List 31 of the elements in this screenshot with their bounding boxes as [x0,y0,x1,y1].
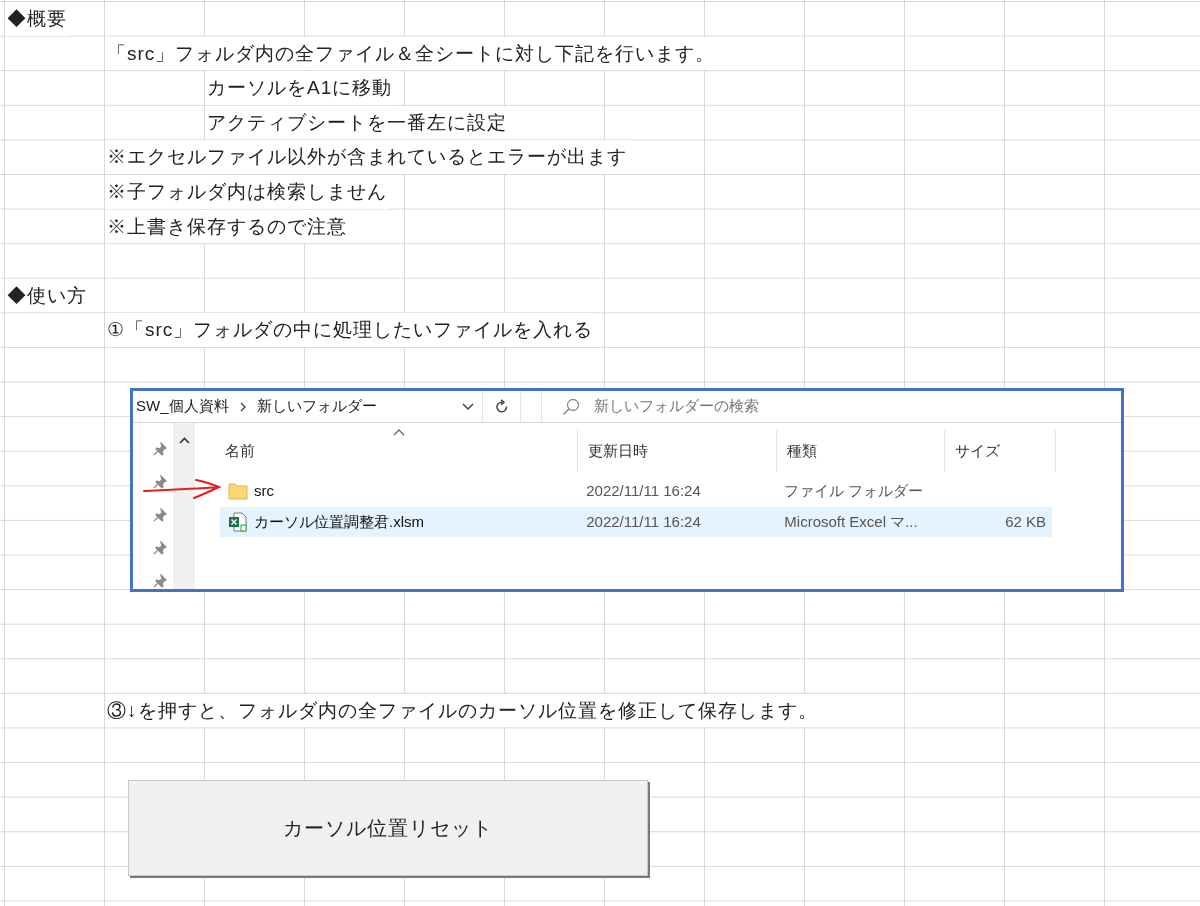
column-header[interactable]: 名前 [220,430,578,472]
chevron-right-icon [238,401,247,412]
file-name: src [254,480,274,501]
address-bar[interactable]: SW_個人資料 新しいフォルダー [133,391,483,422]
scroll-up-icon[interactable] [178,437,190,444]
scrollbar[interactable] [173,423,195,589]
chevron-down-icon [462,402,474,411]
file-date: 2022/11/11 16:24 [586,481,701,499]
refresh-icon [494,398,509,415]
file-type: Microsoft Excel マ... [784,512,918,530]
search-icon [562,397,580,416]
breadcrumb-item[interactable]: 新しいフォルダー [256,395,377,418]
folder-icon [228,482,248,500]
file-size: 62 KB [1005,512,1046,530]
column-header[interactable]: サイズ [945,430,1056,472]
breadcrumb-item[interactable]: SW_個人資料 [136,395,229,418]
cell-text: ①「src」フォルダの中に処理したいファイルを入れる [105,313,596,347]
cell-text: ※エクセルファイル以外が含まれているとエラーが出ます [105,140,629,174]
column-header[interactable]: 種類 [777,430,945,472]
file-name: カーソル位置調整君.xlsm [254,511,424,532]
file-date: 2022/11/11 16:24 [586,512,701,530]
spreadsheet-file-icon [228,512,248,532]
pin-icon[interactable] [153,574,167,589]
column-header[interactable]: 更新日時 [578,430,777,472]
reset-button[interactable]: カーソル位置リセット [128,780,648,876]
file-row[interactable]: カーソル位置調整君.xlsm 2022/11/11 16:24 Microsoft Excel マ... 62 KB [220,507,1052,537]
sort-caret-icon [393,428,405,436]
cell-text: カーソルをA1に移動 [205,71,395,105]
file-type: ファイル フォルダー [784,481,924,499]
search-field[interactable]: 新しいフォルダーの検索 [594,395,1121,418]
cell-text: ※子フォルダ内は検索しません [105,174,389,209]
